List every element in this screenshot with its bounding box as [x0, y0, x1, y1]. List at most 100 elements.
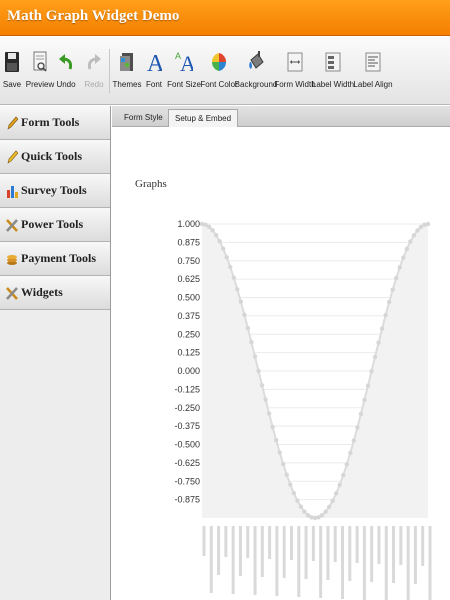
font-size-button[interactable]: AA Font Size [167, 47, 201, 99]
x-tick-label [297, 526, 301, 597]
y-tick-label: 0.125 [177, 348, 200, 358]
x-tick-label [377, 526, 381, 564]
main-panel: Form Style Setup & Embed Graphs 1.000 0.8… [112, 106, 450, 600]
sidebar-item-payment-tools[interactable]: Payment Tools [0, 242, 110, 276]
redo-arrow-icon [86, 47, 102, 77]
toolbar: Save Preview Undo Redo Themes A Font A A… [0, 37, 450, 105]
y-tick-label: 0.750 [177, 256, 200, 266]
data-point [242, 312, 247, 317]
sidebar-item-power-tools[interactable]: Power Tools [0, 208, 110, 242]
x-tick-label [355, 526, 359, 563]
x-tick-label [289, 526, 293, 560]
sidebar-item-label: Form Tools [21, 115, 80, 129]
data-point [231, 275, 236, 280]
font-size-icon: AA [175, 47, 193, 77]
sidebar-item-survey-tools[interactable]: Survey Tools [0, 174, 110, 208]
data-point [323, 509, 328, 514]
y-tick-label: -0.875 [174, 495, 200, 505]
y-tick-label: 0.000 [177, 366, 200, 376]
x-tick-label [224, 526, 228, 557]
background-label: Background [234, 80, 278, 89]
label-align-button[interactable]: Label Align [353, 47, 393, 99]
data-point [277, 450, 282, 455]
data-point [394, 275, 399, 281]
save-button[interactable]: Save [2, 47, 22, 99]
preview-button[interactable]: Preview [26, 47, 54, 99]
label-align-label: Label Align [353, 80, 393, 89]
data-point [284, 472, 289, 478]
x-tick-label [319, 526, 323, 598]
app-title-bar: Math Graph Widget Demo [0, 0, 450, 36]
sidebar-item-label: Payment Tools [21, 251, 97, 265]
y-tick-label: 0.875 [177, 237, 200, 247]
data-point [281, 461, 286, 467]
font-color-button[interactable]: Font Color [200, 47, 238, 99]
sidebar-item-form-tools[interactable]: Form Tools [0, 106, 110, 140]
y-tick-label: 0.500 [177, 293, 200, 303]
y-tick-label: -0.250 [174, 403, 200, 413]
y-tick-label: -0.375 [174, 421, 200, 431]
y-tick-label: 0.625 [177, 274, 200, 284]
data-point [326, 504, 332, 510]
x-tick-label [406, 526, 410, 600]
data-point [383, 312, 388, 318]
redo-label: Redo [84, 80, 104, 89]
data-point [291, 490, 297, 496]
form-width-icon [287, 47, 303, 77]
data-point [224, 255, 229, 260]
pencil-icon [5, 115, 18, 131]
coins-icon [5, 251, 18, 267]
data-point [266, 411, 272, 416]
data-point [259, 383, 265, 388]
pencil-icon [5, 149, 18, 165]
font-button[interactable]: A Font [146, 47, 162, 99]
toolbar-separator [109, 49, 110, 93]
background-button[interactable]: Background [235, 47, 277, 99]
data-point [408, 239, 413, 244]
y-tick-label: -0.500 [174, 440, 200, 450]
x-tick-label [209, 526, 213, 593]
paint-bucket-icon [247, 47, 265, 77]
preview-document-icon [32, 47, 48, 77]
sidebar-item-label: Widgets [21, 285, 63, 299]
x-tick-label [282, 526, 286, 578]
redo-button[interactable]: Redo [84, 47, 104, 99]
data-point [337, 482, 342, 488]
form-width-button[interactable]: Form Width [274, 47, 316, 99]
data-point [376, 340, 381, 345]
data-point [358, 411, 364, 417]
data-point [386, 299, 392, 305]
data-point [252, 354, 258, 359]
themes-button[interactable]: Themes [113, 47, 141, 99]
data-point [415, 228, 420, 233]
y-tick-label: -0.125 [174, 384, 200, 394]
data-point [425, 221, 431, 227]
math-graph-chart: 1.000 0.875 0.750 0.625 0.500 0.375 0.250 0.125… [174, 219, 432, 600]
y-tick-label: -0.625 [174, 458, 200, 468]
data-point [206, 224, 212, 230]
undo-arrow-icon [58, 47, 74, 77]
x-tick-label [238, 526, 242, 576]
x-tick-label [268, 526, 272, 559]
sidebar-item-quick-tools[interactable]: Quick Tools [0, 140, 110, 174]
x-tick-label [370, 526, 374, 582]
svg-text:A: A [180, 51, 193, 74]
data-point [351, 438, 357, 443]
data-point [344, 462, 349, 467]
sidebar-item-widgets[interactable]: Widgets [0, 276, 110, 310]
x-tick-label [392, 526, 396, 583]
app-title: Math Graph Widget Demo [7, 8, 180, 24]
label-width-label: Label Width [311, 80, 355, 89]
data-point [404, 246, 410, 252]
x-tick-label [260, 526, 264, 577]
data-point [333, 491, 339, 496]
data-point [273, 437, 279, 443]
data-point [348, 450, 353, 456]
x-tick-label [231, 526, 235, 594]
x-tick-label [202, 526, 206, 556]
floppy-disk-icon [4, 47, 20, 77]
undo-button[interactable]: Undo [56, 47, 76, 99]
label-width-button[interactable]: Label Width [312, 47, 354, 99]
tools-icon [5, 217, 18, 233]
sidebar: Form Tools Quick Tools Survey Tools Powe… [0, 106, 111, 600]
